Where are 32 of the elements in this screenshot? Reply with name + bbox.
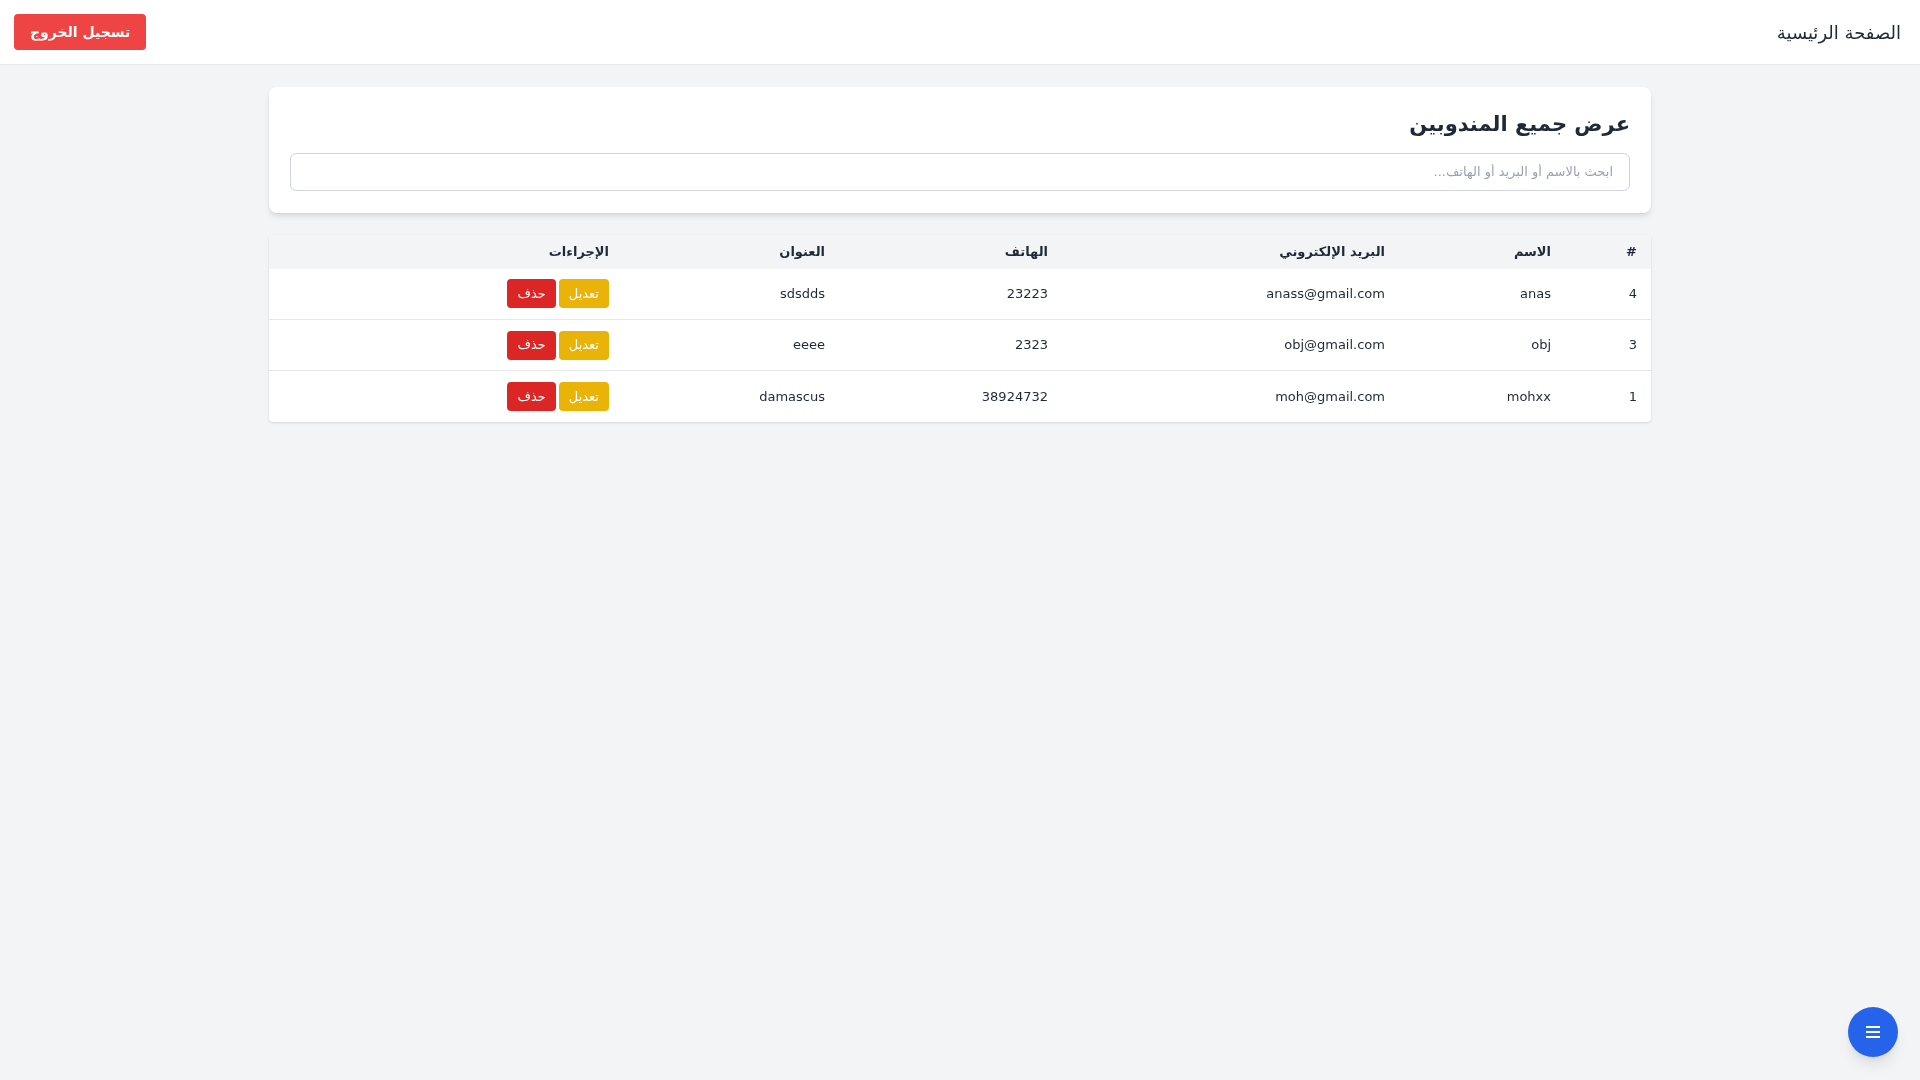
navbar-title: الصفحة الرئيسية (1776, 20, 1902, 46)
column-header: الهاتف (1004, 243, 1048, 259)
column-header: الاسم (1513, 243, 1551, 259)
table-cell: 4 (1628, 286, 1637, 301)
table-cell: obj@gmail.com (1284, 337, 1385, 353)
table-cell: 1 (1628, 388, 1637, 404)
edit-button[interactable]: تعديل (558, 330, 609, 360)
table-cell: damascus (759, 388, 825, 404)
table-cell: anas (1520, 286, 1551, 301)
column-header: # (1626, 243, 1637, 259)
delete-button[interactable]: حذف (507, 279, 556, 309)
table-cell: 2323 (1014, 337, 1048, 353)
menu-button[interactable] (1848, 1007, 1898, 1057)
edit-button[interactable]: تعديل (558, 381, 609, 411)
panel-title: عرض جميع المندوبين (1408, 111, 1630, 138)
table-cell: 3 (1628, 337, 1637, 353)
logout-button[interactable]: تسجيل الخروج (14, 14, 147, 50)
table-cell: obj (1531, 337, 1551, 353)
column-header: البريد الإلكتروني (1279, 243, 1385, 259)
edit-button[interactable]: تعديل (558, 279, 609, 309)
table-cell: 38924732 (981, 388, 1048, 404)
column-header: العنوان (779, 243, 825, 259)
delete-button[interactable]: حذف (507, 381, 556, 411)
column-header: الإجراءات (548, 243, 609, 259)
table-cell: anass@gmail.com (1266, 286, 1385, 301)
menu-icon (1865, 1025, 1881, 1039)
table-cell: moh@gmail.com (1275, 388, 1385, 404)
table-cell: eeee (793, 337, 825, 353)
delete-button[interactable]: حذف (507, 330, 556, 360)
table-cell: sdsdds (779, 286, 825, 301)
table-cell: mohxx (1506, 388, 1551, 404)
table-cell: 23223 (1006, 286, 1048, 301)
